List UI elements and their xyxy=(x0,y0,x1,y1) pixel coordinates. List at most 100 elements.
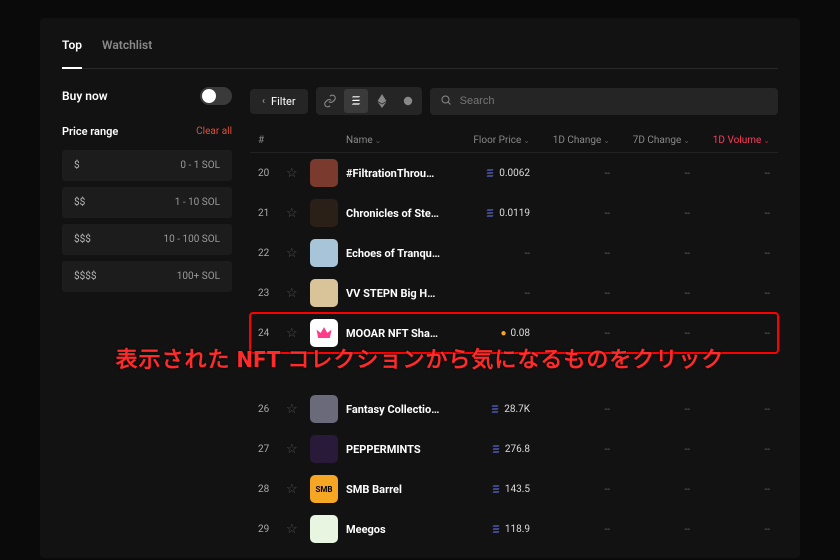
price-range-item[interactable]: $$$ 10 - 100 SOL xyxy=(62,224,232,255)
chain-filter-icon[interactable] xyxy=(396,89,420,113)
range-value: 10 - 100 SOL xyxy=(163,234,220,245)
ethereum-filter-icon[interactable] xyxy=(370,89,394,113)
collection-thumb xyxy=(310,239,338,267)
change-1d: -- xyxy=(530,484,610,495)
collection-name: MOOAR NFT Shards xyxy=(346,327,440,340)
change-1d: -- xyxy=(530,288,610,299)
col-7d-change[interactable]: 7D Change xyxy=(610,135,690,146)
chain-filter-group xyxy=(316,87,422,115)
table-row[interactable]: 28 ☆ SMB SMB Barrel 143.5 -- -- -- xyxy=(250,469,778,509)
table-row[interactable]: 21 ☆ Chronicles of Steamwhisker 0.0119 -… xyxy=(250,193,778,233)
change-7d: -- xyxy=(610,208,690,219)
star-icon[interactable]: ☆ xyxy=(286,326,310,341)
solana-filter-icon[interactable] xyxy=(344,89,368,113)
floor-price: -- xyxy=(440,248,530,259)
star-icon[interactable]: ☆ xyxy=(286,246,310,261)
floor-price: 0.0062 xyxy=(440,168,530,179)
table-row[interactable]: 22 ☆ Echoes of Tranquility -- -- -- -- xyxy=(250,233,778,273)
star-icon[interactable]: ☆ xyxy=(286,166,310,181)
table-row[interactable]: 20 ☆ #FiltrationThroughTheLens 0.0062 --… xyxy=(250,153,778,193)
volume-1d: -- xyxy=(690,328,770,339)
range-symbol: $$ xyxy=(74,197,85,208)
range-value: 100+ SOL xyxy=(177,271,220,282)
tabs: Top Watchlist xyxy=(62,38,778,69)
pricerange-label: Price range xyxy=(62,125,118,138)
search-input[interactable] xyxy=(460,95,768,107)
link-icon[interactable] xyxy=(318,89,342,113)
star-icon[interactable]: ☆ xyxy=(286,522,310,537)
row-rank: 28 xyxy=(258,484,286,495)
filter-button[interactable]: ‹ Filter xyxy=(250,89,308,114)
row-rank: 23 xyxy=(258,288,286,299)
change-7d: -- xyxy=(610,168,690,179)
toolbar: ‹ Filter xyxy=(250,87,778,115)
range-symbol: $ xyxy=(74,160,80,171)
table-row[interactable]: 29 ☆ Meegos 118.9 -- -- -- xyxy=(250,509,778,549)
sidebar: Buy now Price range Clear all $0 - 1 SOL… xyxy=(62,87,232,549)
row-rank: 29 xyxy=(258,524,286,535)
range-value: 1 - 10 SOL xyxy=(175,197,220,208)
col-rank[interactable]: # xyxy=(258,135,286,146)
star-icon[interactable]: ☆ xyxy=(286,206,310,221)
volume-1d: -- xyxy=(690,208,770,219)
star-icon[interactable]: ☆ xyxy=(286,286,310,301)
search-icon xyxy=(440,94,452,109)
volume-1d: -- xyxy=(690,524,770,535)
tab-watchlist[interactable]: Watchlist xyxy=(102,38,152,58)
col-1d-volume[interactable]: 1D Volume xyxy=(690,135,770,146)
row-rank: 26 xyxy=(258,404,286,415)
price-range-item[interactable]: $0 - 1 SOL xyxy=(62,150,232,181)
star-icon[interactable]: ☆ xyxy=(286,442,310,457)
change-1d: -- xyxy=(530,524,610,535)
floor-price: ●0.08 xyxy=(440,328,530,339)
change-1d: -- xyxy=(530,444,610,455)
floor-price: 276.8 xyxy=(440,444,530,455)
star-icon[interactable]: ☆ xyxy=(286,482,310,497)
change-1d: -- xyxy=(530,208,610,219)
range-symbol: $$$ xyxy=(74,234,91,245)
collection-thumb xyxy=(310,515,338,543)
collection-thumb xyxy=(310,435,338,463)
collection-name: VV STEPN Big Head GEN xyxy=(346,287,440,300)
table-row[interactable]: 26 ☆ Fantasy Collection Elf Vol.1 28.7K … xyxy=(250,389,778,429)
table-row[interactable]: 23 ☆ VV STEPN Big Head GEN -- -- -- -- xyxy=(250,273,778,313)
star-icon[interactable]: ☆ xyxy=(286,402,310,417)
change-1d: -- xyxy=(530,404,610,415)
tab-top[interactable]: Top xyxy=(62,38,82,69)
col-floor[interactable]: Floor Price xyxy=(440,135,530,146)
collection-name: Chronicles of Steamwhisker xyxy=(346,207,440,220)
collection-name: SMB Barrel xyxy=(346,483,440,496)
clear-all-link[interactable]: Clear all xyxy=(196,126,232,137)
change-1d: -- xyxy=(530,168,610,179)
collection-name: Echoes of Tranquility xyxy=(346,247,440,260)
price-range-item[interactable]: $$ 1 - 10 SOL xyxy=(62,187,232,218)
row-rank: 21 xyxy=(258,208,286,219)
buynow-label: Buy now xyxy=(62,89,108,103)
collection-name: PEPPERMINTS xyxy=(346,443,440,456)
collection-thumb xyxy=(310,395,338,423)
col-1d-change[interactable]: 1D Change xyxy=(530,135,610,146)
collection-name: #FiltrationThroughTheLens xyxy=(346,167,440,180)
search-field xyxy=(430,88,778,115)
change-1d: -- xyxy=(530,248,610,259)
change-7d: -- xyxy=(610,328,690,339)
table-row[interactable]: 24 ☆ MOOAR NFT Shards ●0.08 -- -- -- xyxy=(250,313,778,353)
collection-thumb xyxy=(310,279,338,307)
row-rank: 24 xyxy=(258,328,286,339)
price-range-item[interactable]: $$$$ 100+ SOL xyxy=(62,261,232,292)
change-7d: -- xyxy=(610,484,690,495)
change-7d: -- xyxy=(610,248,690,259)
buynow-toggle[interactable] xyxy=(200,87,232,105)
filter-label: Filter xyxy=(271,95,296,108)
collection-name: Fantasy Collection Elf Vol.1 xyxy=(346,403,440,416)
table-row[interactable]: 27 ☆ PEPPERMINTS 276.8 -- -- -- xyxy=(250,429,778,469)
range-symbol: $$$$ xyxy=(74,271,96,282)
floor-price: 28.7K xyxy=(440,404,530,415)
change-7d: -- xyxy=(610,404,690,415)
chevron-left-icon: ‹ xyxy=(262,96,265,107)
floor-price: 0.0119 xyxy=(440,208,530,219)
collection-thumb xyxy=(310,319,338,347)
col-name[interactable]: Name xyxy=(346,135,440,146)
volume-1d: -- xyxy=(690,404,770,415)
volume-1d: -- xyxy=(690,484,770,495)
